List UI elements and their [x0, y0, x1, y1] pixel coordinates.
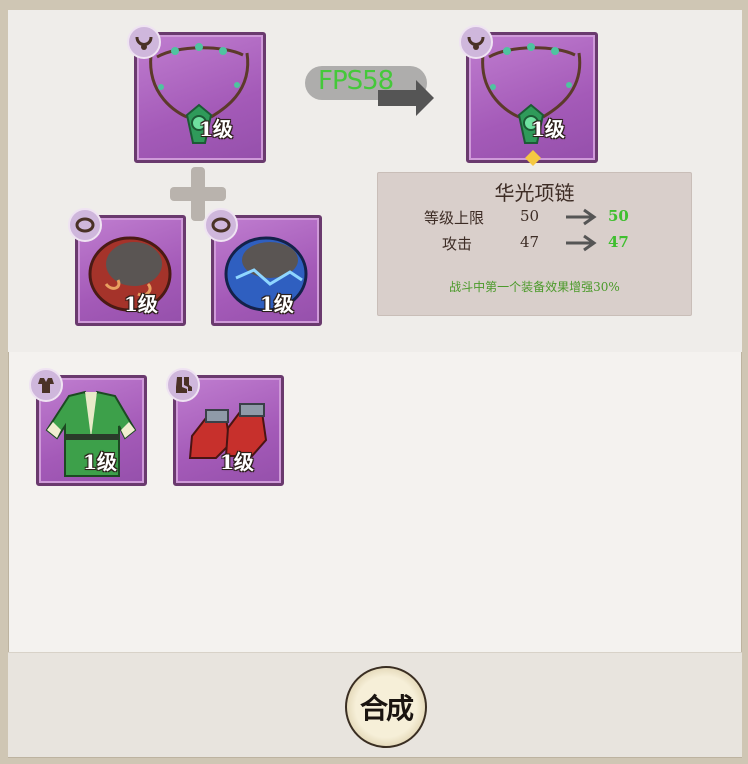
arrow-right-icon	[566, 208, 597, 226]
material-level-label-2: 1级	[260, 292, 294, 316]
result-level-label: 1级	[531, 117, 565, 141]
inventory-item-boots[interactable]: 1级	[166, 368, 284, 486]
material-level-label-1: 1级	[124, 292, 158, 316]
stat-label-attack: 攻击	[442, 235, 473, 253]
stat-label-level-cap: 等级上限	[424, 209, 485, 227]
star-diamond-icon	[525, 150, 541, 166]
stat-old-attack: 47	[520, 233, 540, 251]
robe-level-label: 1级	[83, 450, 117, 474]
item-effect-text: 战斗中第一个装备效果增强30%	[449, 280, 620, 294]
result-necklace-slot[interactable]: 1级	[459, 25, 598, 166]
arrow-right-icon	[566, 234, 597, 252]
source-level-label: 1级	[199, 117, 233, 141]
source-necklace-slot[interactable]: 1级	[127, 25, 266, 163]
compose-button-label: 合成	[359, 692, 414, 725]
necklace-slot-icon	[459, 25, 493, 59]
material-slot-2[interactable]: 1级	[204, 208, 322, 326]
fps-counter: FPS58	[318, 66, 394, 96]
inventory-item-robe[interactable]: 1级	[29, 368, 147, 486]
boots-level-label: 1级	[220, 450, 254, 474]
necklace-slot-icon	[127, 25, 161, 59]
bracelet-slot-icon	[204, 208, 238, 242]
compose-button[interactable]: 合成	[345, 666, 427, 748]
result-info-panel: 华光项链 等级上限 50 50 攻击 47 47 战斗中第一个装备效果增强30%	[377, 172, 692, 316]
bracelet-slot-icon	[68, 208, 102, 242]
item-name: 华光项链	[494, 181, 575, 205]
stat-old-level-cap: 50	[520, 207, 540, 225]
stat-new-attack: 47	[608, 233, 629, 251]
armor-slot-icon	[29, 368, 63, 402]
boots-slot-icon	[166, 368, 200, 402]
material-slot-1[interactable]: 1级	[68, 208, 186, 326]
stat-new-level-cap: 50	[608, 207, 629, 225]
